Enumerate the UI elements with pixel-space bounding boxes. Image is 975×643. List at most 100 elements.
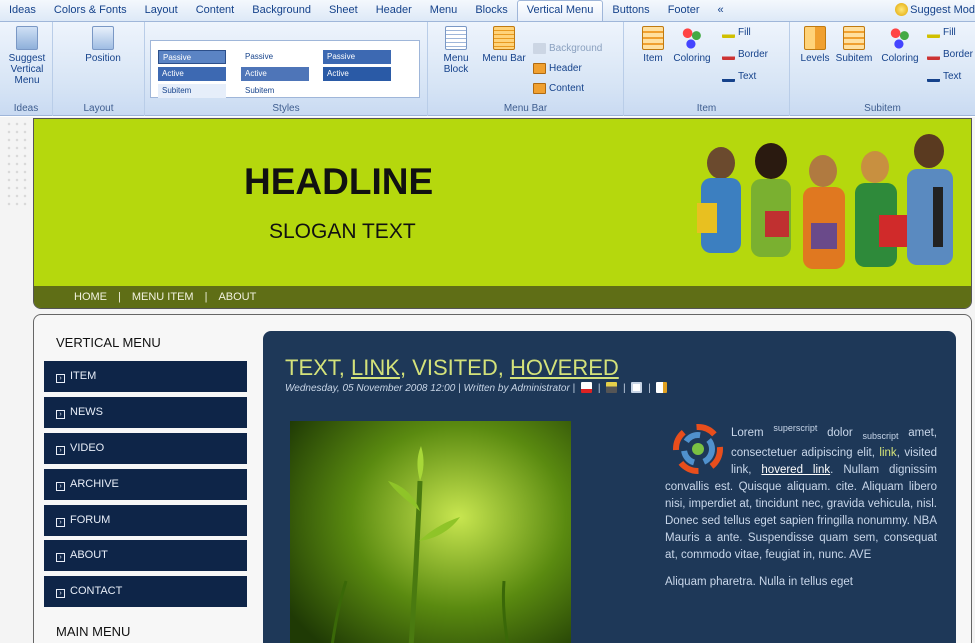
vertical-menu-item-about[interactable]: › ABOUT — [44, 540, 247, 571]
tab-sheet[interactable]: Sheet — [320, 1, 367, 21]
students-image — [697, 134, 953, 269]
coloring-icon — [889, 26, 911, 50]
style-2-passive[interactable]: Passive — [241, 50, 309, 64]
header-icon — [533, 63, 546, 74]
body-hovered-link[interactable]: hovered link — [761, 464, 830, 476]
vertical-menu-item-archive[interactable]: › ARCHIVE — [44, 469, 247, 500]
vertical-menu-item-news[interactable]: › NEWS — [44, 397, 247, 428]
style-1-active[interactable]: Active — [158, 67, 226, 81]
header-dropdown[interactable]: Header — [533, 63, 582, 74]
menu-bar-icon — [493, 26, 515, 50]
suggest-vertical-menu-button[interactable]: Suggest Vertical Menu — [2, 26, 52, 86]
subitem-icon — [843, 26, 865, 50]
item-coloring-button[interactable]: Coloring — [672, 26, 712, 64]
main-menu-title: MAIN MENU — [56, 624, 131, 639]
content-icon — [533, 83, 546, 94]
group-subitem: Levels Subitem Coloring Fill Border Text — [790, 22, 975, 116]
nav-menu-item[interactable]: MENU ITEM — [132, 291, 194, 303]
subitem-border-dropdown[interactable]: Border — [927, 49, 973, 60]
background-icon — [533, 43, 546, 54]
lightbulb-icon — [16, 26, 38, 50]
nav-separator: | — [118, 291, 121, 303]
style-1-subitem[interactable]: Subitem — [158, 84, 226, 98]
tab-background[interactable]: Background — [243, 1, 320, 21]
subitem-coloring-button[interactable]: Coloring — [878, 26, 922, 64]
vertical-menu-item-contact[interactable]: › CONTACT — [44, 576, 247, 607]
vertical-menu-item-video[interactable]: › VIDEO — [44, 433, 247, 464]
lightbulb-icon — [895, 3, 909, 16]
tab-buttons[interactable]: Buttons — [603, 1, 658, 21]
vertical-menu-item-forum[interactable]: › FORUM — [44, 505, 247, 536]
app-window: Ideas Colors & Fonts Layout Content Back… — [0, 0, 975, 643]
menu-bar-button[interactable]: Menu Bar — [480, 26, 528, 64]
top-nav: HOME | MENU ITEM | ABOUT — [34, 286, 971, 308]
style-2-subitem[interactable]: Subitem — [241, 84, 309, 98]
subitem-text-dropdown[interactable]: Text — [927, 71, 961, 82]
grass-sprout-image — [330, 446, 509, 643]
arrow-right-icon: › — [56, 482, 65, 491]
joomla-logo-icon — [673, 424, 723, 474]
content-dropdown[interactable]: Content — [533, 83, 584, 94]
article-meta: Wednesday, 05 November 2008 12:00 | Writ… — [285, 382, 670, 394]
coloring-icon — [681, 26, 703, 50]
background-pattern — [5, 120, 27, 210]
tab-blocks[interactable]: Blocks — [466, 1, 516, 21]
group-layout: Position Layout — [53, 22, 145, 116]
article: TEXT, LINK, VISITED, HOVERED Wednesday, … — [263, 331, 956, 643]
collapse-tabs-button[interactable]: « — [708, 1, 732, 21]
group-menu-bar: Menu Block Menu Bar Background Header Co… — [428, 22, 624, 116]
tab-header[interactable]: Header — [367, 1, 421, 21]
nav-separator: | — [204, 291, 208, 303]
levels-button[interactable]: Levels — [798, 26, 832, 64]
position-icon — [92, 26, 114, 50]
subitem-fill-dropdown[interactable]: Fill — [927, 27, 956, 38]
tab-ideas[interactable]: Ideas — [0, 1, 45, 21]
site-header[interactable]: HEADLINE SLOGAN TEXT HOME | MENU ITEM | … — [33, 118, 972, 309]
text-color-icon — [722, 71, 735, 82]
tab-colors-fonts[interactable]: Colors & Fonts — [45, 1, 136, 21]
style-2-active[interactable]: Active — [241, 67, 309, 81]
border-icon — [722, 49, 735, 60]
text-color-icon — [927, 71, 940, 82]
article-paragraph-2: Aliquam pharetra. Nulla in tellus eget — [665, 576, 853, 589]
headline: HEADLINE — [244, 161, 434, 202]
styles-gallery[interactable]: Passive Active Subitem Passive Active Su… — [150, 40, 420, 98]
background-dropdown: Background — [533, 43, 602, 54]
print-icon[interactable] — [606, 382, 618, 393]
title-link[interactable]: LINK — [351, 355, 400, 380]
item-icon — [642, 26, 664, 50]
position-button[interactable]: Position — [83, 26, 123, 64]
tab-footer[interactable]: Footer — [659, 1, 709, 21]
article-photo — [290, 421, 571, 643]
ribbon: Suggest Vertical Menu Ideas Position Lay… — [0, 22, 975, 116]
style-1-passive[interactable]: Passive — [158, 50, 226, 64]
nav-about[interactable]: ABOUT — [218, 291, 256, 303]
style-3-passive[interactable]: Passive — [323, 50, 391, 64]
vertical-menu-title: VERTICAL MENU — [56, 335, 161, 350]
nav-home[interactable]: HOME — [74, 291, 107, 303]
group-item: Item Coloring Fill Border Text Item — [624, 22, 790, 116]
tab-menu[interactable]: Menu — [421, 1, 467, 21]
arrow-right-icon: › — [56, 374, 65, 383]
vertical-menu-item-item[interactable]: › ITEM — [44, 361, 247, 392]
arrow-right-icon: › — [56, 410, 65, 419]
pdf-icon[interactable] — [580, 382, 592, 393]
menu-block-button[interactable]: Menu Block — [436, 26, 476, 75]
article-body: Lorem superscript dolor subscript amet, … — [665, 420, 937, 591]
group-ideas: Suggest Vertical Menu Ideas — [0, 22, 53, 116]
item-button[interactable]: Item — [639, 26, 667, 64]
item-text-dropdown[interactable]: Text — [722, 71, 756, 82]
item-border-dropdown[interactable]: Border — [722, 49, 768, 60]
style-3-active[interactable]: Active — [323, 67, 391, 81]
suggest-mode-button[interactable]: Suggest Mod — [895, 3, 975, 16]
slogan: SLOGAN TEXT — [269, 220, 416, 243]
body-link[interactable]: link — [879, 447, 896, 459]
item-fill-dropdown[interactable]: Fill — [722, 27, 751, 38]
email-icon[interactable] — [631, 382, 643, 393]
title-hovered-link[interactable]: HOVERED — [510, 355, 619, 380]
tab-vertical-menu[interactable]: Vertical Menu — [516, 0, 604, 21]
tab-layout[interactable]: Layout — [136, 1, 187, 21]
edit-icon[interactable] — [656, 382, 668, 393]
subitem-button[interactable]: Subitem — [834, 26, 874, 64]
tab-content[interactable]: Content — [187, 1, 244, 21]
